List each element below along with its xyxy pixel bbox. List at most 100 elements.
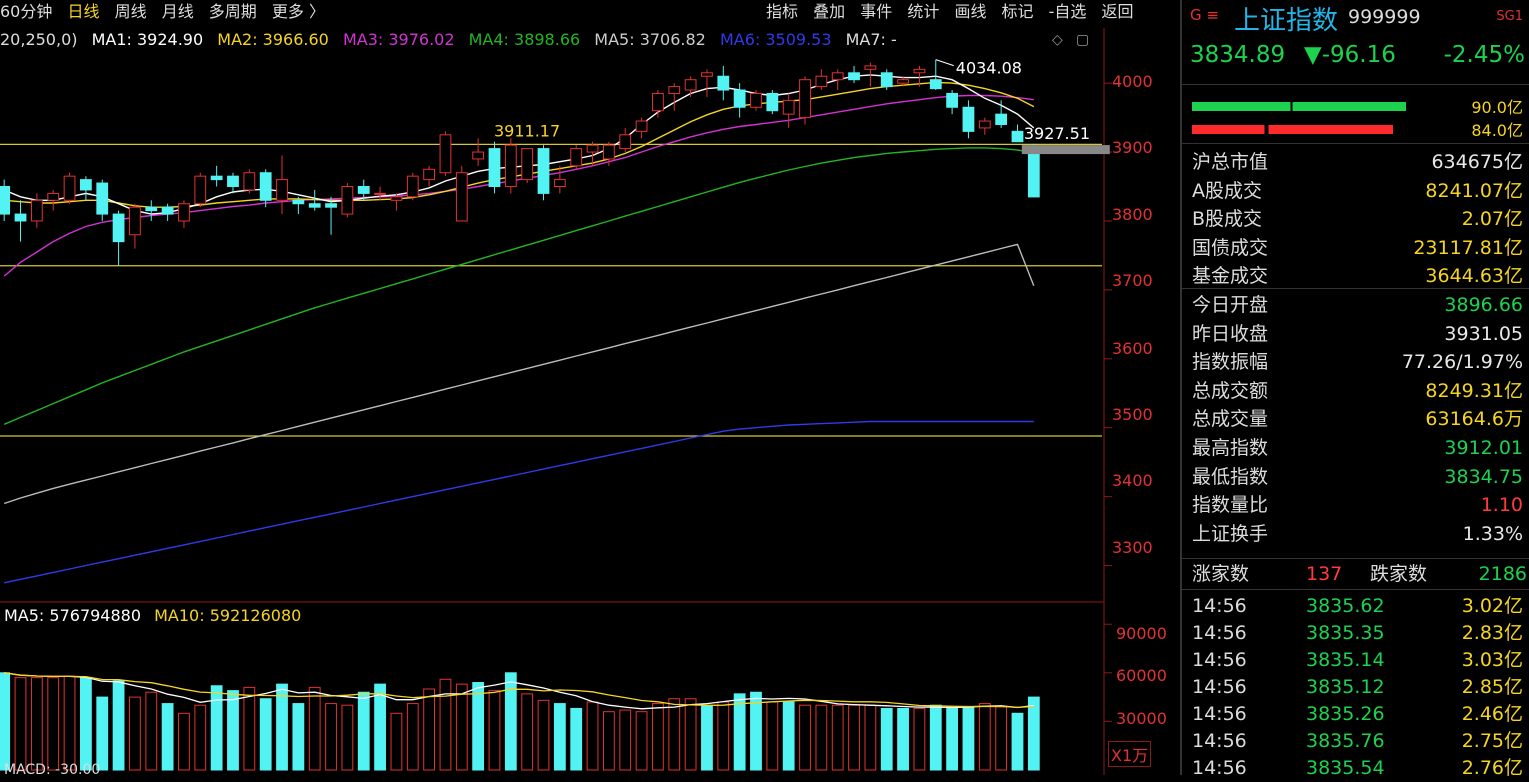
- candle-body: [357, 186, 370, 194]
- vol-ma5-value: MA5: 576794880: [4, 606, 142, 625]
- candle-body: [341, 186, 354, 215]
- stat-value: 8241.07亿: [1425, 179, 1523, 202]
- candle-body: [750, 92, 762, 108]
- stat-value: 77.26/1.97%: [1401, 351, 1523, 374]
- tick-time: 14:56: [1192, 622, 1247, 644]
- stat-value: 3912.01: [1444, 437, 1523, 459]
- high-pointer: [935, 59, 954, 67]
- candle-up: [455, 165, 468, 222]
- stat-label: 指数量比: [1192, 494, 1269, 517]
- events-button[interactable]: 事件: [860, 2, 892, 21]
- volume-bar-up: [63, 675, 76, 771]
- tab-monthly[interactable]: 月线: [162, 2, 194, 21]
- volume-bar-down: [374, 683, 386, 771]
- tick-row[interactable]: 14:56 3835.26 2.46亿: [1182, 700, 1529, 728]
- volume-bar-up: [995, 706, 1008, 771]
- up-count: 137: [1306, 563, 1343, 585]
- stat-label: 指数振幅: [1192, 351, 1269, 374]
- market-breadth: 涨家数 137 跌家数 2186: [1182, 560, 1529, 588]
- candle-body: [553, 179, 566, 188]
- volume-bar-down: [897, 707, 909, 771]
- candle-body: [684, 79, 697, 91]
- tab-multi-period[interactable]: 多周期: [209, 2, 257, 21]
- volume-legend: MA5: 576794880 MA10: 592126080: [4, 606, 309, 625]
- volume-bar-down: [472, 682, 485, 771]
- stat-value: 3896.66: [1444, 294, 1523, 316]
- indicator-button[interactable]: 指标: [766, 2, 798, 21]
- volume-bar-up: [423, 688, 436, 771]
- ma6-line: [4, 420, 1034, 584]
- tab-60min[interactable]: 60分钟: [0, 2, 52, 21]
- sg-tag: SG1: [1496, 9, 1523, 24]
- candle-up: [406, 172, 419, 201]
- candle-body: [733, 89, 746, 108]
- kline-chart[interactable]: 4034.08 3927.51 3911.17: [0, 0, 1178, 775]
- tick-time: 14:56: [1192, 676, 1247, 698]
- volume-bar-down: [750, 691, 762, 771]
- candle-body: [63, 175, 76, 201]
- volume-bar-up: [978, 703, 991, 771]
- price-grid: [1104, 82, 1112, 722]
- price-change-pct: -2.45%: [1443, 42, 1525, 68]
- tick-row[interactable]: 14:56 3835.54 2.76亿: [1182, 754, 1529, 782]
- stat-row: A股成交 8241.07亿: [1182, 177, 1529, 205]
- stat-label: 基金成交: [1192, 265, 1269, 288]
- candle-body: [390, 196, 403, 201]
- candle-body: [978, 120, 991, 129]
- candlesticks[interactable]: [0, 59, 1040, 266]
- candle-down: [145, 200, 158, 221]
- ma4-value: MA4: 3898.66: [468, 30, 581, 49]
- back-button[interactable]: 返回: [1102, 2, 1134, 21]
- remove-watchlist-button[interactable]: -自选: [1049, 2, 1087, 21]
- tick-row[interactable]: 14:56 3835.35 2.83亿: [1182, 619, 1529, 647]
- candle-down: [537, 145, 550, 201]
- tick-amount: 3.03亿: [1461, 649, 1523, 671]
- overlay-button[interactable]: 叠加: [813, 2, 845, 21]
- volume-bar-up: [799, 704, 811, 771]
- volume-bar-up: [635, 711, 648, 771]
- stats-button[interactable]: 统计: [907, 2, 939, 21]
- tick-price: 3835.12: [1306, 676, 1385, 698]
- candle-body: [570, 148, 583, 167]
- volume-bars[interactable]: [0, 672, 1040, 771]
- tab-daily[interactable]: 日线: [67, 2, 99, 21]
- tick-row[interactable]: 14:56 3835.76 2.75亿: [1182, 727, 1529, 755]
- tick-row[interactable]: 14:56 3835.62 3.02亿: [1182, 592, 1529, 620]
- volume-bar-up: [129, 696, 141, 771]
- tab-more[interactable]: 更多 〉: [272, 2, 325, 21]
- diamond-icon[interactable]: ◇: [1052, 32, 1063, 48]
- draw-button[interactable]: 画线: [954, 2, 986, 21]
- volume-bar-up: [684, 698, 697, 771]
- volume-bar-up: [194, 704, 207, 771]
- volume-bar-down: [210, 685, 223, 771]
- candle-down: [1011, 124, 1024, 143]
- candle-body: [210, 175, 223, 181]
- candle-body: [96, 182, 109, 215]
- volume-bar-up: [308, 686, 321, 771]
- stat-row: 上证换手 1.33%: [1182, 520, 1529, 548]
- stat-value: 23117.81亿: [1413, 236, 1523, 259]
- volume-bar-down: [946, 706, 959, 771]
- tick-amount: 2.83亿: [1461, 622, 1523, 644]
- mid-label: 3927.51: [1024, 124, 1090, 143]
- candle-down: [848, 65, 860, 84]
- tick-row[interactable]: 14:56 3835.12 2.85亿: [1182, 673, 1529, 701]
- down-count: 2186: [1478, 563, 1527, 585]
- ma2-value: MA2: 3966.60: [217, 30, 329, 49]
- volume-bar-down: [553, 703, 566, 771]
- candle-down: [210, 165, 223, 187]
- volume-bar-down: [96, 696, 109, 771]
- window-toggle-icon[interactable]: ▢: [1076, 32, 1089, 48]
- volume-bar-up: [652, 703, 664, 771]
- mark-button[interactable]: 标记: [1002, 2, 1034, 21]
- tick-row[interactable]: 14:56 3835.14 3.03亿: [1182, 646, 1529, 674]
- candle-body: [374, 192, 386, 195]
- candle-down: [880, 69, 893, 91]
- candle-up: [815, 69, 828, 91]
- volume-bar-up: [47, 677, 60, 771]
- volume-bar-up: [14, 677, 27, 771]
- stat-row: 总成交量 63164.6万: [1182, 405, 1529, 433]
- stat-label: 昨日收盘: [1192, 322, 1269, 345]
- tab-weekly[interactable]: 周线: [115, 2, 147, 21]
- candle-down: [259, 169, 272, 208]
